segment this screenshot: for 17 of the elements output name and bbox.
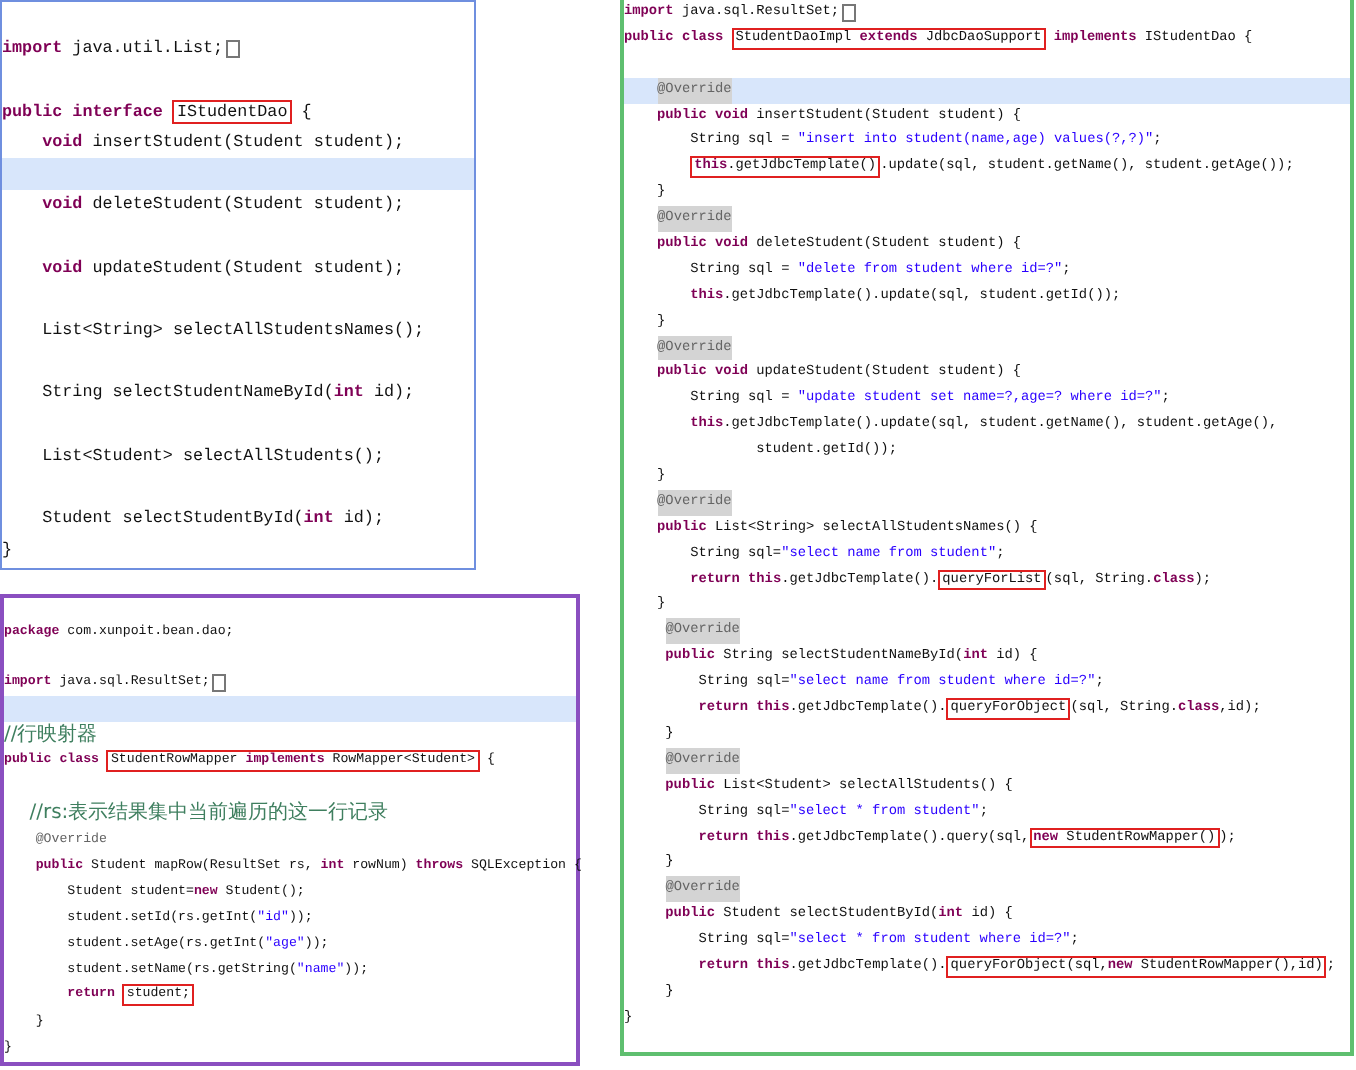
code-line: List<String> selectAllStudentsNames(); [40, 317, 427, 344]
code-line: String selectStudentNameById(int id); [40, 380, 417, 407]
code-line: Student selectStudentById(int id); [40, 506, 386, 532]
code-line: void updateStudent(Student student); [40, 255, 407, 281]
code-line: List<Student> selectAllStudents(); [40, 443, 386, 470]
fold-icon[interactable] [225, 40, 240, 59]
highlight-box: IStudentDao [172, 99, 292, 125]
code-line: } [2, 537, 15, 564]
code-line: //rs:表示结果集中当前遍历的这一行记录 [27, 800, 391, 826]
code-text: public interface [2, 101, 165, 123]
fold-icon[interactable] [211, 674, 226, 692]
code-line: void deleteStudent(Student student); [40, 192, 407, 219]
code-text: import java.util.List; [2, 38, 224, 60]
code-line: //行映射器 [4, 722, 100, 748]
code-text: { [299, 101, 312, 123]
code-line: void insertStudent(Student student); [40, 129, 407, 156]
fold-icon[interactable] [841, 3, 856, 22]
